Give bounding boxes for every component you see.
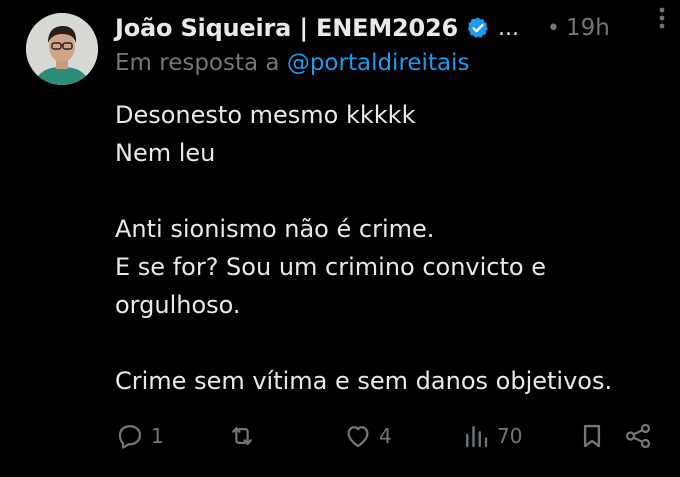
reply-icon bbox=[118, 425, 142, 449]
like-count: 4 bbox=[379, 424, 392, 448]
reply-context: Em resposta a @portaldireitais bbox=[115, 50, 469, 76]
post-line: Crime sem vítima e sem danos objetivos. bbox=[115, 367, 613, 395]
post-line: orgulhoso. bbox=[115, 291, 241, 319]
bookmark-button[interactable] bbox=[577, 416, 607, 456]
post-time[interactable]: 19h bbox=[566, 15, 610, 41]
post-line: Anti sionismo não é crime. bbox=[115, 215, 435, 243]
name-truncation: ... bbox=[498, 15, 519, 41]
separator-dot: • bbox=[547, 15, 560, 41]
post-header: João Siqueira | ENEM2026 ... • 19h bbox=[115, 10, 660, 46]
repost-button[interactable] bbox=[227, 416, 263, 456]
reply-handle-link[interactable]: @portaldireitais bbox=[287, 50, 470, 76]
repost-icon bbox=[232, 427, 252, 445]
display-name[interactable]: João Siqueira | ENEM2026 bbox=[115, 14, 458, 42]
reply-prefix: Em resposta a bbox=[115, 50, 280, 76]
verified-badge-icon[interactable] bbox=[466, 16, 490, 40]
avatar[interactable] bbox=[26, 13, 98, 85]
post-line-blank bbox=[115, 172, 665, 210]
post-line: Nem leu bbox=[115, 139, 216, 167]
views-button[interactable]: 70 bbox=[461, 416, 522, 456]
like-button[interactable]: 4 bbox=[343, 416, 392, 456]
post-line: E se for? Sou um crimino convicto e bbox=[115, 253, 546, 281]
post-text: Desonesto mesmo kkkkk Nem leu Anti sioni… bbox=[115, 96, 665, 400]
bookmark-icon bbox=[583, 424, 601, 448]
post-line: Desonesto mesmo kkkkk bbox=[115, 101, 416, 129]
view-count: 70 bbox=[497, 424, 523, 448]
more-options-icon[interactable] bbox=[648, 4, 676, 32]
post-line-blank bbox=[115, 324, 665, 362]
reply-button[interactable]: 1 bbox=[115, 416, 164, 456]
reply-count: 1 bbox=[151, 424, 164, 448]
share-icon bbox=[625, 423, 651, 449]
action-bar: 1 4 70 bbox=[115, 416, 660, 456]
views-icon bbox=[466, 426, 488, 448]
share-button[interactable] bbox=[623, 416, 653, 456]
like-icon bbox=[347, 426, 369, 448]
